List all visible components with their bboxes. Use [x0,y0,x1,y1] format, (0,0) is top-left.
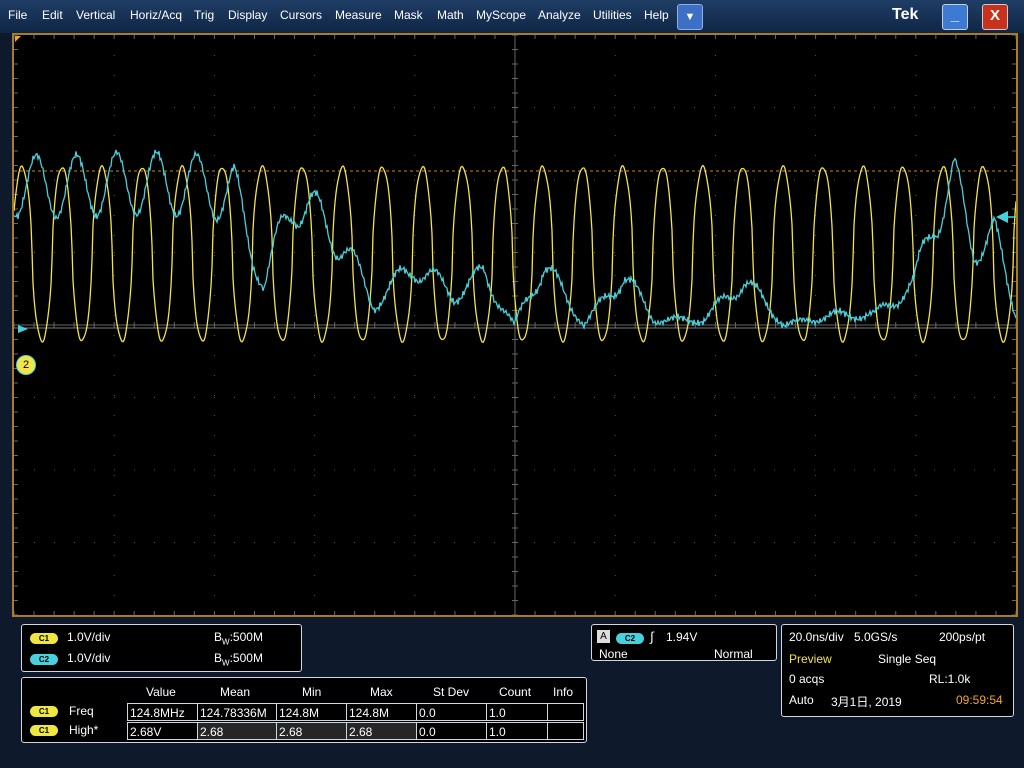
bw-value: 500M [232,651,263,665]
menu-vertical[interactable]: Vertical [76,8,115,22]
menu-analyze[interactable]: Analyze [538,8,581,22]
menu-dropdown-button[interactable]: ▼ [677,4,703,30]
time: 09:59:54 [956,693,1003,707]
measurement-name: High* [69,723,99,737]
ch2-position-arrow [18,325,28,333]
menu-cursors[interactable]: Cursors [280,8,322,22]
bw-value: 500M [232,630,263,644]
row-channel-badge: C1 [30,706,58,717]
minimize-icon: _ [950,7,960,24]
cell-stdev: 0.0 [416,722,487,740]
menu-utilities[interactable]: Utilities [593,8,632,22]
acquisition-count: 0 acqs [789,672,825,686]
header-count: Count [499,685,532,699]
chevron-down-icon: ▼ [684,11,696,23]
menu-edit[interactable]: Edit [42,8,63,22]
menu-bar: File Edit Vertical Horiz/Acq Trig Displa… [0,0,1024,33]
cell-info [547,722,584,740]
cell-info [547,703,584,721]
cell-max: 2.68 [346,722,417,740]
menu-display[interactable]: Display [228,8,267,22]
cell-stdev: 0.0 [416,703,487,721]
menu-file[interactable]: File [8,8,27,22]
trigger-source-badge: C2 [616,633,644,644]
channel1-scale[interactable]: 1.0V/div [67,630,110,644]
channel-settings-panel: C1 1.0V/div BW:500M C2 1.0V/div BW:500M [21,624,302,672]
cell-mean: 124.78336M [197,703,277,721]
waveform-display[interactable]: 2 [12,33,1018,617]
cell-min: 124.8M [276,703,347,721]
graticule [14,35,1016,615]
menu-myscope[interactable]: MyScope [476,8,526,22]
close-icon: X [989,7,1000,24]
close-button[interactable]: X [982,4,1008,30]
header-stdev: St Dev [433,685,470,699]
trigger-a-badge: A [597,630,610,643]
preview-status: Preview [789,652,832,666]
header-value: Value [146,685,176,699]
channel1-badge[interactable]: C1 [30,633,58,644]
sequence-mode: Single Seq [878,652,937,666]
cell-max: 124.8M [346,703,417,721]
bw-sub: W [222,637,230,647]
trigger-position-marker [15,36,21,42]
cell-count: 1.0 [486,722,548,740]
sample-rate: 5.0GS/s [854,630,898,644]
date: 3月1日, 2019 [831,695,902,709]
trigger-level: 1.94V [666,630,698,644]
channel2-badge[interactable]: C2 [30,654,58,665]
cell-count: 1.0 [486,703,548,721]
header-max: Max [370,685,393,699]
trigger-panel[interactable]: A C2 ∫ 1.94V None Normal [591,624,777,661]
bw-sub: W [222,658,230,668]
header-min: Min [302,685,322,699]
minimize-button[interactable]: _ [942,4,968,30]
row-channel-badge: C1 [30,725,58,736]
cell-value: 124.8MHz [127,703,198,721]
cell-value: 2.68V [127,722,198,740]
bw-prefix: B [214,651,223,665]
menu-measure[interactable]: Measure [335,8,382,22]
menu-help[interactable]: Help [644,8,669,22]
acquisition-panel[interactable]: 20.0ns/div 5.0GS/s 200ps/pt Preview Sing… [781,624,1014,717]
channel2-bandwidth[interactable]: BW:500M [214,651,263,667]
waveform-canvas [14,35,1016,615]
channel2-scale[interactable]: 1.0V/div [67,651,110,665]
measurement-panel: Value Mean Min Max St Dev Count Info C1 … [21,677,587,743]
menu-mask[interactable]: Mask [394,8,423,22]
bw-prefix: B [214,630,223,644]
menu-horiz-acq[interactable]: Horiz/Acq [130,8,182,22]
trigger-mode-auto: Auto [789,693,814,707]
header-mean: Mean [220,685,251,699]
trigger-mode: Normal [714,647,753,661]
menu-math[interactable]: Math [437,8,464,22]
channel1-bandwidth[interactable]: BW:500M [214,630,263,646]
menu-trig[interactable]: Trig [194,8,214,22]
header-info: Info [553,685,574,699]
rising-edge-icon: ∫ [650,629,654,644]
measurement-name: Freq [69,704,94,718]
time-resolution: 200ps/pt [939,630,986,644]
record-length: RL:1.0k [929,672,971,686]
timebase: 20.0ns/div [789,630,844,644]
brand-logo: Tek [892,6,919,23]
cell-mean: 2.68 [197,722,277,740]
ch2-offset-marker[interactable]: 2 [16,355,36,375]
cell-min: 2.68 [276,722,347,740]
trigger-coupling: None [599,647,628,661]
